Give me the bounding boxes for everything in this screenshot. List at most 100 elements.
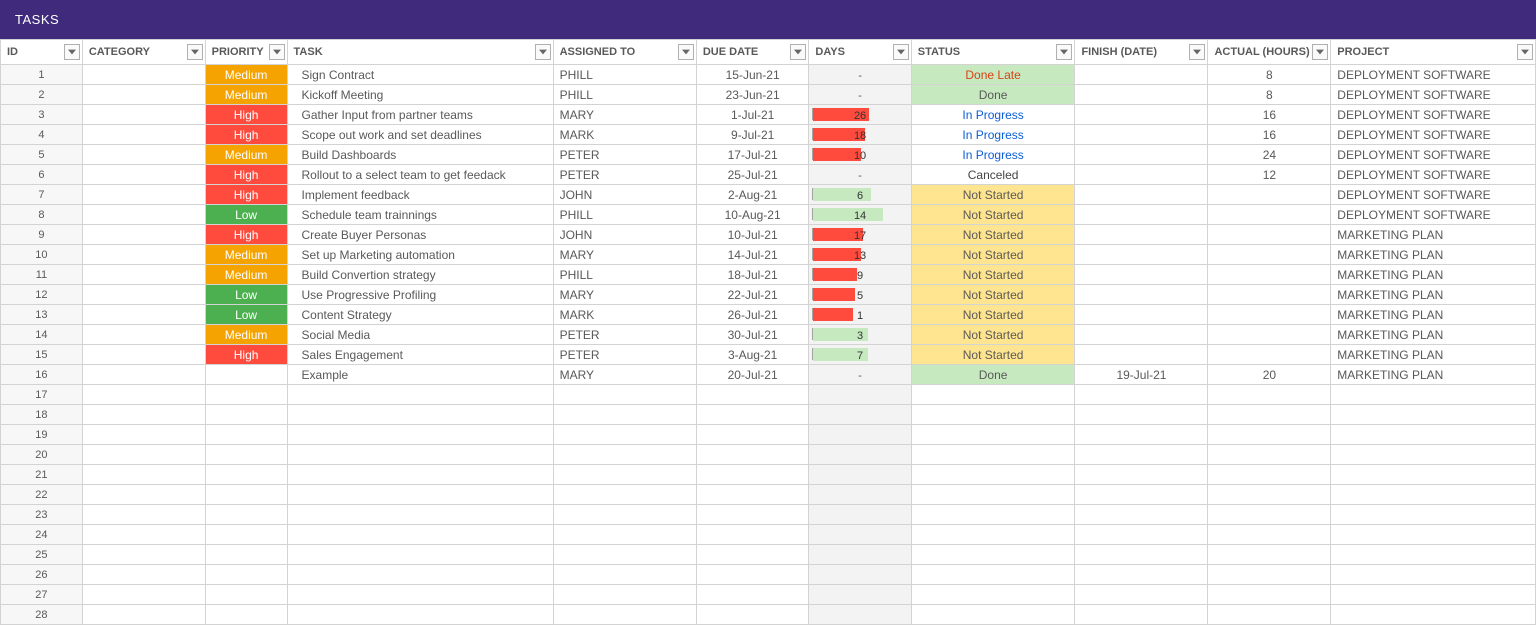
cell-days[interactable]: 6 [809,185,911,205]
cell-days[interactable]: 1 [809,305,911,325]
table-row[interactable]: 7HighImplement feedbackJOHN2-Aug-216Not … [1,185,1536,205]
col-header[interactable]: PRIORITY [205,40,287,65]
cell-project[interactable]: MARKETING PLAN [1331,225,1536,245]
col-header[interactable]: CATEGORY [82,40,205,65]
cell-priority[interactable]: High [205,165,287,185]
cell-project[interactable]: DEPLOYMENT SOFTWARE [1331,65,1536,85]
table-row[interactable]: 14MediumSocial MediaPETER30-Jul-213Not S… [1,325,1536,345]
cell-category[interactable] [82,325,205,345]
cell-actual[interactable]: 12 [1208,165,1331,185]
cell-category[interactable] [82,145,205,165]
cell-actual[interactable] [1208,185,1331,205]
cell-days[interactable]: - [809,65,911,85]
col-header[interactable]: ASSIGNED TO [553,40,696,65]
table-row[interactable]: 15HighSales EngagementPETER3-Aug-217Not … [1,345,1536,365]
cell-assigned[interactable]: PETER [553,165,696,185]
cell-project[interactable]: DEPLOYMENT SOFTWARE [1331,85,1536,105]
cell-actual[interactable] [1208,265,1331,285]
cell-days[interactable]: 5 [809,285,911,305]
cell-finish[interactable] [1075,345,1208,365]
cell-status[interactable]: Done [911,85,1075,105]
cell-priority[interactable]: Medium [205,325,287,345]
table-row[interactable]: 18 [1,405,1536,425]
table-row[interactable]: 27 [1,585,1536,605]
table-row[interactable]: 28 [1,605,1536,625]
cell-category[interactable] [82,185,205,205]
col-header[interactable]: DUE DATE [696,40,809,65]
cell-category[interactable] [82,125,205,145]
table-row[interactable]: 8LowSchedule team trainningsPHILL10-Aug-… [1,205,1536,225]
cell-category[interactable] [82,345,205,365]
dropdown-icon[interactable] [1189,44,1205,60]
col-header[interactable]: FINISH (DATE) [1075,40,1208,65]
cell-project[interactable]: MARKETING PLAN [1331,345,1536,365]
cell-priority[interactable]: Low [205,305,287,325]
cell-assigned[interactable]: JOHN [553,225,696,245]
cell-assigned[interactable]: JOHN [553,185,696,205]
cell-category[interactable] [82,165,205,185]
col-header[interactable]: ID [1,40,83,65]
cell-due[interactable]: 15-Jun-21 [696,65,809,85]
cell-task[interactable]: Build Convertion strategy [287,265,553,285]
dropdown-icon[interactable] [535,44,551,60]
cell-status[interactable]: Not Started [911,205,1075,225]
cell-assigned[interactable]: PHILL [553,85,696,105]
cell-finish[interactable] [1075,225,1208,245]
cell-task[interactable]: Use Progressive Profiling [287,285,553,305]
cell-status[interactable]: Not Started [911,305,1075,325]
cell-due[interactable]: 10-Jul-21 [696,225,809,245]
cell-status[interactable]: Not Started [911,225,1075,245]
dropdown-icon[interactable] [1056,44,1072,60]
cell-priority[interactable]: Medium [205,245,287,265]
table-row[interactable]: 19 [1,425,1536,445]
cell-priority[interactable]: Low [205,205,287,225]
cell-status[interactable]: In Progress [911,125,1075,145]
dropdown-icon[interactable] [893,44,909,60]
cell-priority[interactable]: High [205,185,287,205]
cell-finish[interactable] [1075,125,1208,145]
cell-actual[interactable] [1208,245,1331,265]
cell-assigned[interactable]: PETER [553,345,696,365]
table-row[interactable]: 23 [1,505,1536,525]
cell-category[interactable] [82,65,205,85]
cell-task[interactable]: Build Dashboards [287,145,553,165]
cell-priority[interactable]: High [205,105,287,125]
table-row[interactable]: 24 [1,525,1536,545]
table-row[interactable]: 9HighCreate Buyer PersonasJOHN10-Jul-211… [1,225,1536,245]
col-header[interactable]: TASK [287,40,553,65]
cell-project[interactable]: MARKETING PLAN [1331,285,1536,305]
cell-actual[interactable] [1208,325,1331,345]
cell-assigned[interactable]: MARY [553,105,696,125]
cell-status[interactable]: Not Started [911,345,1075,365]
cell-finish[interactable] [1075,205,1208,225]
cell-project[interactable]: DEPLOYMENT SOFTWARE [1331,165,1536,185]
cell-category[interactable] [82,205,205,225]
cell-assigned[interactable]: PETER [553,145,696,165]
cell-status[interactable]: Not Started [911,325,1075,345]
cell-project[interactable]: MARKETING PLAN [1331,365,1536,385]
cell-project[interactable]: MARKETING PLAN [1331,265,1536,285]
table-row[interactable]: 12LowUse Progressive ProfilingMARY22-Jul… [1,285,1536,305]
cell-priority[interactable]: Medium [205,85,287,105]
cell-task[interactable]: Content Strategy [287,305,553,325]
cell-days[interactable]: 18 [809,125,911,145]
cell-actual[interactable]: 24 [1208,145,1331,165]
table-row[interactable]: 22 [1,485,1536,505]
cell-project[interactable]: DEPLOYMENT SOFTWARE [1331,185,1536,205]
cell-due[interactable]: 25-Jul-21 [696,165,809,185]
cell-task[interactable]: Create Buyer Personas [287,225,553,245]
cell-task[interactable]: Rollout to a select team to get feedack [287,165,553,185]
cell-priority[interactable]: Medium [205,265,287,285]
cell-status[interactable]: Not Started [911,265,1075,285]
cell-finish[interactable] [1075,265,1208,285]
cell-category[interactable] [82,365,205,385]
cell-actual[interactable]: 16 [1208,105,1331,125]
cell-project[interactable]: DEPLOYMENT SOFTWARE [1331,125,1536,145]
cell-task[interactable]: Scope out work and set deadlines [287,125,553,145]
dropdown-icon[interactable] [1517,44,1533,60]
cell-task[interactable]: Social Media [287,325,553,345]
cell-project[interactable]: MARKETING PLAN [1331,245,1536,265]
cell-status[interactable]: In Progress [911,105,1075,125]
cell-actual[interactable] [1208,285,1331,305]
cell-actual[interactable] [1208,225,1331,245]
